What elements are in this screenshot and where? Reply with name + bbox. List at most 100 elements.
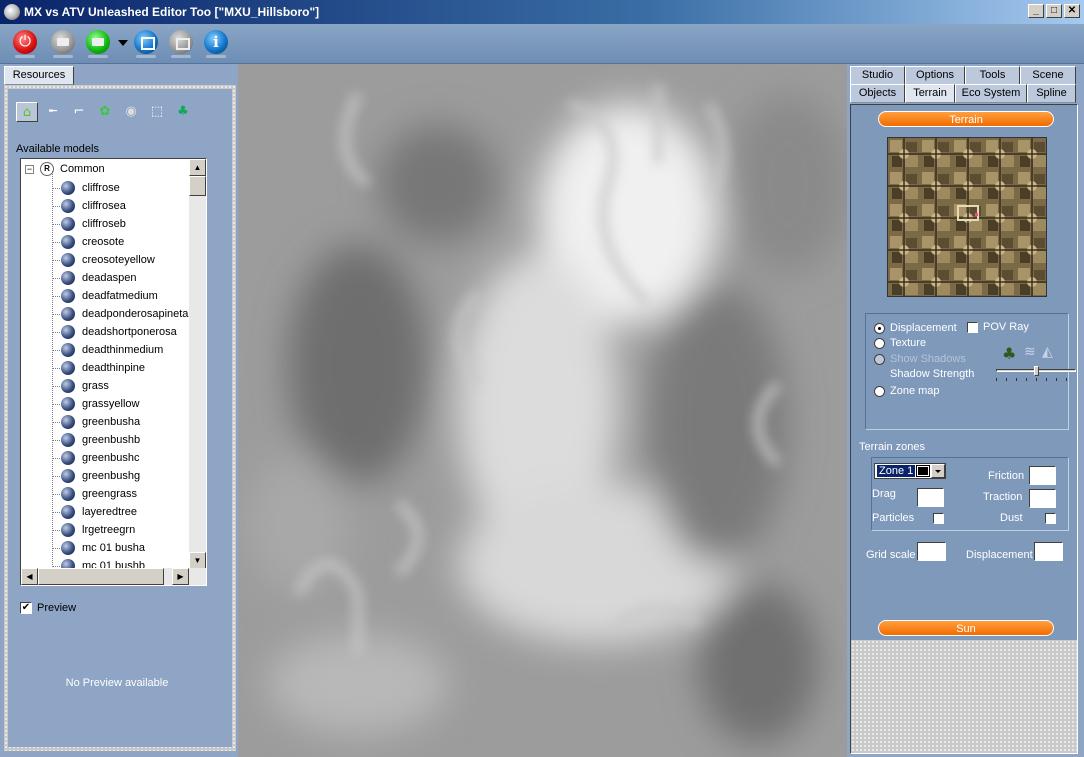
gun-icon[interactable]: ⌐ (68, 102, 90, 122)
model-name: lrgetreegrn (82, 524, 136, 536)
sun-section-header[interactable]: Sun (878, 620, 1054, 636)
collapse-icon[interactable]: − (25, 164, 34, 174)
list-item[interactable]: deadthinmedium (61, 341, 163, 359)
scroll-thumb[interactable] (189, 176, 206, 196)
pov-ray-row[interactable]: POV Ray (967, 321, 1029, 333)
particles-checkbox[interactable] (933, 513, 944, 524)
model-tree[interactable]: − R Common cliffrose cliffrosea cliffroseb… (20, 158, 207, 586)
tree-icon[interactable]: ♣ (172, 102, 194, 122)
list-item[interactable]: greenbusha (61, 413, 140, 431)
speaker-icon[interactable]: ◉ (120, 102, 142, 122)
list-item[interactable]: cliffrosea (61, 197, 126, 215)
tree-shadow-icon[interactable]: ♣ (1002, 344, 1016, 363)
tab-tools[interactable]: Tools (965, 66, 1020, 85)
tab-studio[interactable]: Studio (850, 66, 905, 85)
list-item[interactable]: deadponderosapinetall (61, 305, 189, 323)
displacement-radio[interactable] (874, 322, 885, 334)
model-tree-list: − R Common cliffrose cliffrosea cliffroseb… (21, 159, 189, 569)
list-item[interactable]: layeredtree (61, 503, 137, 521)
displacement-input[interactable] (1034, 542, 1063, 561)
box-icon[interactable]: ⬚ (146, 102, 168, 122)
tab-objects[interactable]: Objects (850, 84, 905, 103)
vertical-scrollbar[interactable]: ▲ ▼ (189, 159, 206, 569)
list-item[interactable]: greenbushb (61, 431, 140, 449)
list-item[interactable]: creosoteyellow (61, 251, 155, 269)
plant-icon[interactable]: ✿ (94, 102, 116, 122)
list-item[interactable]: grass (61, 377, 109, 395)
tree-connector (52, 458, 60, 459)
model-sphere-icon (61, 235, 75, 249)
scroll-down-icon[interactable]: ▼ (189, 552, 206, 569)
scroll-left-icon[interactable]: ◀ (21, 568, 38, 585)
zone-select[interactable]: Zone 1 (874, 463, 946, 479)
displacement-radio-row[interactable]: Displacement (874, 322, 957, 334)
rock-shadow-icon[interactable]: ◭ (1042, 344, 1053, 360)
list-item[interactable]: deadthinpine (61, 359, 145, 377)
power-icon[interactable] (13, 30, 37, 58)
house-icon[interactable]: ⌂ (16, 102, 38, 122)
show-shadows-radio-row[interactable]: Show Shadows (874, 353, 966, 365)
zone-map-radio-row[interactable]: Zone map (874, 385, 940, 397)
tree-root-common[interactable]: − R Common (25, 161, 105, 177)
list-item[interactable]: creosote (61, 233, 124, 251)
preview-checkbox-row[interactable]: ✔ Preview (20, 602, 76, 614)
list-item[interactable]: cliffrose (61, 179, 120, 197)
terrain-section-header[interactable]: Terrain (878, 111, 1054, 127)
open-folder-green-icon[interactable] (86, 30, 110, 58)
dust-checkbox[interactable] (1045, 513, 1056, 524)
tree-connector (52, 512, 60, 513)
tab-spline[interactable]: Spline (1027, 84, 1076, 103)
list-item[interactable]: deadaspen (61, 269, 136, 287)
pov-ray-checkbox[interactable] (967, 321, 978, 333)
list-item[interactable]: greenbushc (61, 449, 140, 467)
minimize-button[interactable]: _ (1028, 4, 1044, 18)
grass-shadow-icon[interactable]: ≋ (1024, 344, 1036, 360)
maximize-button[interactable]: □ (1046, 4, 1062, 18)
h-scroll-thumb[interactable] (38, 568, 164, 585)
tree-connector (52, 440, 60, 441)
texture-radio-row[interactable]: Texture (874, 337, 926, 349)
drag-input[interactable] (917, 488, 944, 507)
tab-terrain[interactable]: Terrain (905, 84, 955, 103)
list-item[interactable]: deadfatmedium (61, 287, 158, 305)
rifle-icon[interactable]: ╾ (42, 102, 64, 122)
list-item[interactable]: greenbushg (61, 467, 140, 485)
scroll-up-icon[interactable]: ▲ (189, 159, 206, 176)
list-item[interactable]: grassyellow (61, 395, 139, 413)
show-shadows-radio[interactable] (874, 353, 885, 365)
window-icon[interactable] (134, 30, 158, 58)
dropdown-arrow-icon[interactable] (118, 40, 128, 46)
zone-map-radio[interactable] (874, 385, 885, 397)
close-button[interactable]: ✕ (1064, 4, 1080, 18)
chevron-down-icon[interactable] (931, 464, 945, 478)
texture-radio[interactable] (874, 337, 885, 349)
save-icon[interactable] (169, 30, 193, 58)
preview-checkbox[interactable]: ✔ (20, 602, 32, 614)
list-item[interactable]: greengrass (61, 485, 137, 503)
tab-eco-system[interactable]: Eco System (955, 84, 1027, 103)
friction-input[interactable] (1029, 466, 1056, 485)
horizontal-scrollbar[interactable]: ◀ ▶ (21, 568, 206, 585)
slider-thumb[interactable] (1034, 366, 1039, 376)
tab-resources[interactable]: Resources (4, 66, 74, 85)
terrain-zones-group: Zone 1 Friction Drag Traction Particles … (871, 457, 1069, 531)
title-bar: MX vs ATV Unleashed Editor Too ["MXU_Hil… (0, 0, 1084, 24)
traction-input[interactable] (1029, 489, 1056, 508)
tree-connector (52, 548, 60, 549)
scroll-right-icon[interactable]: ▶ (172, 568, 189, 585)
model-name: greenbusha (82, 416, 141, 428)
tab-scene[interactable]: Scene (1020, 66, 1076, 85)
pov-ray-label: POV Ray (983, 321, 1029, 333)
grid-scale-input[interactable] (917, 542, 946, 561)
list-item[interactable]: cliffroseb (61, 215, 126, 233)
3d-viewport[interactable] (238, 64, 847, 757)
list-item[interactable]: lrgetreegrn (61, 521, 135, 539)
list-item[interactable]: deadshortponerosa (61, 323, 177, 341)
open-folder-icon[interactable] (51, 30, 75, 58)
tab-options[interactable]: Options (905, 66, 965, 85)
particles-label: Particles (872, 512, 915, 524)
terrain-minimap[interactable] (887, 137, 1047, 297)
shadow-strength-slider[interactable] (996, 366, 1078, 384)
list-item[interactable]: mc 01 busha (61, 539, 145, 557)
info-icon[interactable] (204, 30, 228, 58)
